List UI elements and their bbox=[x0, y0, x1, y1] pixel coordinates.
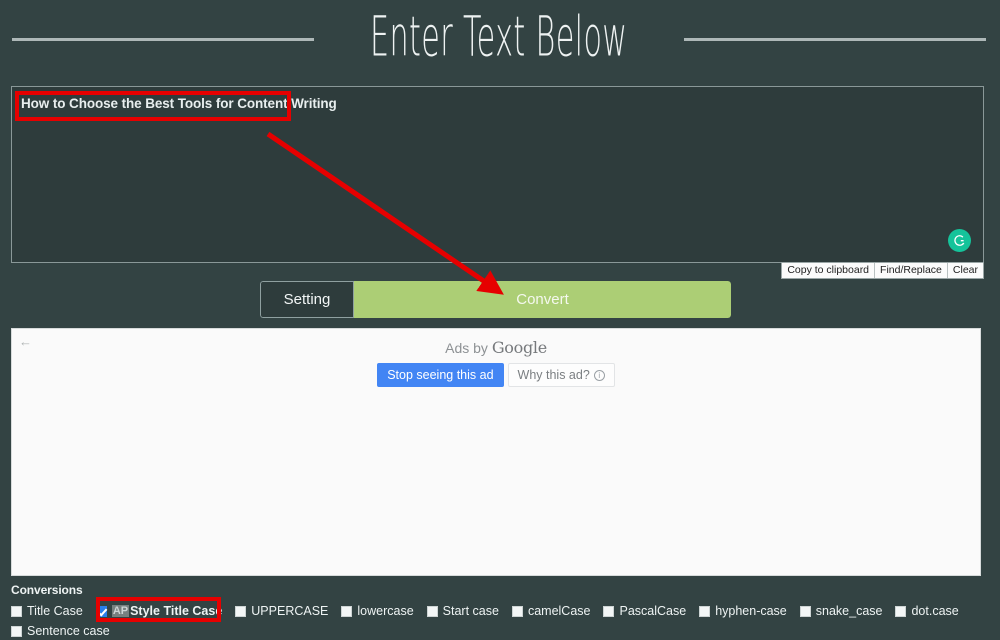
conversion-checkbox[interactable] bbox=[235, 605, 247, 617]
ad-controls: Stop seeing this ad Why this ad? i bbox=[12, 363, 980, 387]
conversion-option[interactable]: AP Style Title Case bbox=[95, 604, 223, 618]
text-input-value: How to Choose the Best Tools for Content… bbox=[21, 96, 337, 111]
conversion-option[interactable]: PascalCase bbox=[603, 604, 686, 618]
ap-badge: AP bbox=[111, 605, 130, 617]
conversion-checkbox[interactable] bbox=[341, 605, 353, 617]
convert-button[interactable]: Convert bbox=[354, 281, 731, 318]
conversion-option[interactable]: dot.case bbox=[895, 604, 959, 618]
header-rule-right bbox=[683, 37, 986, 41]
conversion-label: UPPERCASE bbox=[251, 604, 329, 618]
info-icon: i bbox=[593, 369, 605, 381]
why-this-ad-button[interactable]: Why this ad? i bbox=[507, 363, 615, 387]
conversion-checkbox[interactable] bbox=[895, 605, 907, 617]
advertisement-panel: ← Ads by Google Stop seeing this ad Why … bbox=[11, 328, 981, 576]
conversion-option[interactable]: camelCase bbox=[511, 604, 591, 618]
ads-by-google-label: Ads by Google bbox=[12, 338, 980, 357]
clear-button[interactable]: Clear bbox=[948, 263, 983, 278]
conversions-heading: Conversions bbox=[11, 583, 83, 597]
conversion-label: Style Title Case bbox=[130, 604, 223, 618]
copy-to-clipboard-button[interactable]: Copy to clipboard bbox=[782, 263, 876, 278]
conversion-label: camelCase bbox=[527, 604, 591, 618]
conversion-checkbox[interactable] bbox=[699, 605, 711, 617]
conversion-option[interactable]: snake_case bbox=[799, 604, 883, 618]
conversion-checkbox[interactable] bbox=[11, 625, 22, 637]
why-this-ad-label: Why this ad? bbox=[517, 368, 590, 382]
conversion-checkbox[interactable] bbox=[95, 605, 107, 617]
conversion-option[interactable]: UPPERCASE bbox=[235, 604, 328, 618]
editor-tool-bar: Copy to clipboard Find/Replace Clear bbox=[781, 262, 984, 279]
conversion-checkbox[interactable] bbox=[426, 605, 438, 617]
grammarly-icon[interactable] bbox=[948, 229, 971, 252]
text-input-area[interactable]: How to Choose the Best Tools for Content… bbox=[11, 86, 984, 263]
google-wordmark: Google bbox=[491, 338, 547, 357]
conversion-label: Start case bbox=[442, 604, 499, 618]
conversion-checkbox[interactable] bbox=[511, 605, 523, 617]
conversions-checkbox-list: Title Case AP Style Title Case UPPERCASE low… bbox=[11, 604, 991, 640]
conversions-section: Conversions Title Case AP Style Title Case… bbox=[11, 583, 991, 640]
find-replace-button[interactable]: Find/Replace bbox=[875, 263, 948, 278]
conversion-label: dot.case bbox=[911, 604, 959, 618]
conversion-option[interactable]: lowercase bbox=[341, 604, 414, 618]
app-page: Enter Text Below How to Choose the Best … bbox=[0, 0, 1000, 640]
conversion-label: lowercase bbox=[357, 604, 414, 618]
page-title: Enter Text Below bbox=[370, 3, 628, 69]
action-bar: Setting Convert bbox=[260, 281, 731, 318]
header-rule-left bbox=[12, 37, 315, 41]
conversion-option[interactable]: Sentence case bbox=[11, 624, 110, 638]
conversion-label: hyphen-case bbox=[715, 604, 787, 618]
conversion-label: Sentence case bbox=[27, 624, 110, 638]
ads-by-prefix: Ads by bbox=[445, 340, 492, 356]
page-header: Enter Text Below bbox=[0, 0, 1000, 74]
conversion-option[interactable]: hyphen-case bbox=[699, 604, 787, 618]
conversion-label: PascalCase bbox=[619, 604, 687, 618]
conversion-checkbox[interactable] bbox=[11, 605, 22, 617]
conversion-option[interactable]: Start case bbox=[426, 604, 499, 618]
conversion-label: snake_case bbox=[815, 604, 883, 618]
conversion-label: Title Case bbox=[27, 604, 83, 618]
setting-button[interactable]: Setting bbox=[260, 281, 354, 318]
conversion-checkbox[interactable] bbox=[603, 605, 615, 617]
conversion-option[interactable]: Title Case bbox=[11, 604, 83, 618]
stop-seeing-this-ad-button[interactable]: Stop seeing this ad bbox=[377, 363, 504, 387]
conversion-checkbox[interactable] bbox=[799, 605, 811, 617]
